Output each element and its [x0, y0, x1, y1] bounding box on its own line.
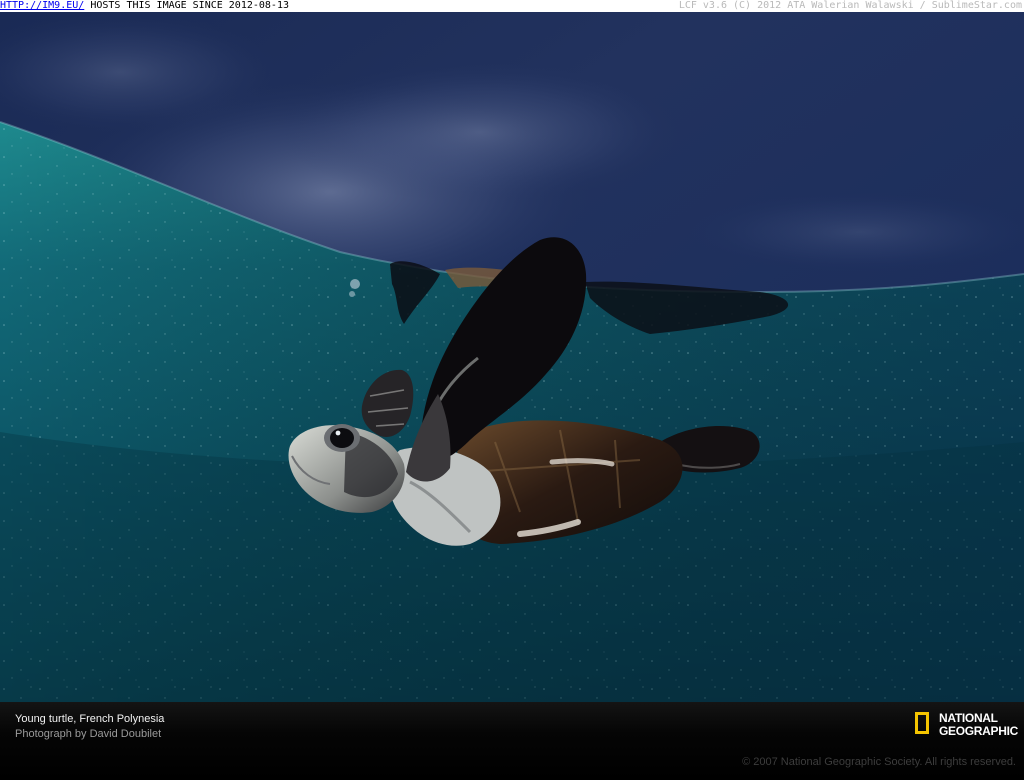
turtle-eye	[330, 428, 354, 448]
logo-line-2: GEOGRAPHIC	[939, 724, 1019, 738]
national-geographic-logo: NATIONAL GEOGRAPHIC	[915, 712, 1018, 742]
eye-highlight	[335, 430, 341, 436]
air-bubble	[349, 291, 355, 297]
logo-wordmark: NATIONAL GEOGRAPHIC	[939, 712, 1018, 738]
air-bubble	[350, 279, 360, 289]
copyright-notice: © 2007 National Geographic Society. All …	[742, 756, 1016, 768]
cloud	[690, 192, 1024, 272]
host-since-text: HOSTS THIS IMAGE SINCE 2012-08-13	[84, 0, 289, 11]
host-link[interactable]: HTTP://IM9.EU/	[0, 0, 84, 11]
photo-credit: Photograph by David Doubilet	[15, 728, 162, 740]
banner-left-text: HTTP://IM9.EU/ HOSTS THIS IMAGE SINCE 20…	[0, 0, 289, 12]
banner-credit-text: LCF v3.6 (C) 2012 ATA Walerian Walawski …	[678, 0, 1022, 11]
photo-title: Young turtle, French Polynesia	[15, 713, 165, 725]
turtle-photo	[0, 12, 1024, 702]
yellow-frame-icon	[915, 712, 929, 734]
hosting-banner: HTTP://IM9.EU/ HOSTS THIS IMAGE SINCE 20…	[0, 0, 1024, 12]
caption-bar: Young turtle, French Polynesia Photograp…	[0, 702, 1024, 780]
cloud	[280, 62, 680, 202]
wallpaper-page: HTTP://IM9.EU/ HOSTS THIS IMAGE SINCE 20…	[0, 0, 1024, 780]
turtle-photo-illustration	[0, 12, 1024, 702]
